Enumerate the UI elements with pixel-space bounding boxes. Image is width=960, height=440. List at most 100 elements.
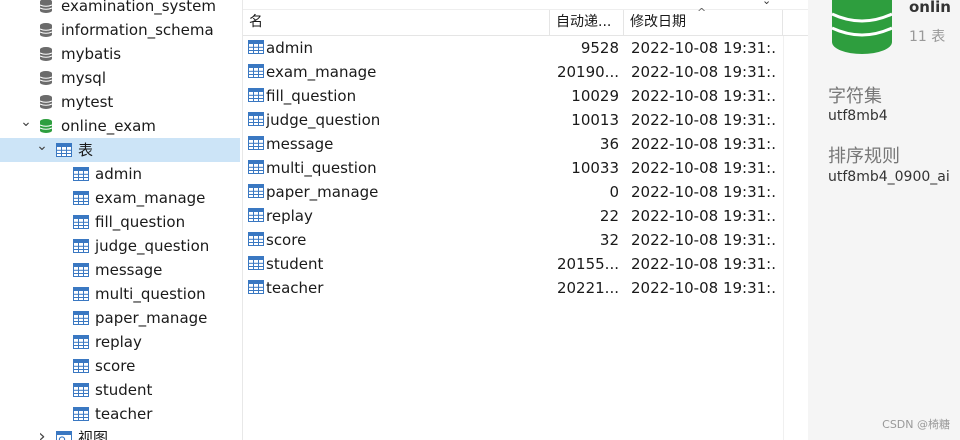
- charset-label: 字符集: [828, 86, 882, 107]
- tree-table-paper_manage[interactable]: paper_manage: [0, 306, 240, 330]
- tree-item-label: multi_question: [95, 285, 206, 303]
- collation-value: utf8mb4_0900_ai: [828, 169, 950, 185]
- tree-table-teacher[interactable]: teacher: [0, 402, 240, 426]
- table-icon: [73, 286, 89, 302]
- tree-item-label: 视图: [78, 429, 109, 440]
- tree-table-student[interactable]: student: [0, 378, 240, 402]
- tree-table-score[interactable]: score: [0, 354, 240, 378]
- tree-item-label: mybatis: [61, 45, 122, 63]
- tree-database-mysql[interactable]: mysql: [0, 66, 240, 90]
- cell-table-name: student: [266, 255, 324, 273]
- database-name-title: onlin: [909, 0, 951, 16]
- tree-item-label: mysql: [61, 69, 106, 87]
- table-row[interactable]: teacher 20221... 2022-10-08 19:31:...: [243, 276, 783, 300]
- sort-ascending-icon: ^: [697, 6, 707, 19]
- cell-auto-increment: 20221...: [556, 279, 619, 297]
- cell-modified-date: 2022-10-08 19:31:...: [631, 111, 777, 129]
- object-info-panel: onlin 11 表 字符集 utf8mb4 排序规则 utf8mb4_0900…: [808, 0, 960, 440]
- table-icon: [248, 159, 264, 175]
- chevron-down-icon[interactable]: ⌄: [34, 138, 50, 154]
- cell-table-name: exam_manage: [266, 63, 377, 81]
- navigator-tree: examination_system information_schemamyba…: [0, 0, 240, 440]
- cell-auto-increment: 32: [599, 231, 619, 249]
- cell-auto-increment: 20155...: [556, 255, 619, 273]
- tree-item-label: judge_question: [95, 237, 210, 255]
- cell-table-name: judge_question: [266, 111, 381, 129]
- database-icon: [38, 46, 54, 62]
- chevron-down-icon[interactable]: ⌄: [18, 114, 34, 130]
- column-header-auto-increment[interactable]: 自动递...: [550, 10, 624, 36]
- cell-table-name: replay: [266, 207, 313, 225]
- cell-modified-date: 2022-10-08 19:31:...: [631, 159, 777, 177]
- tree-database-examination_system[interactable]: examination_system: [0, 0, 240, 18]
- column-header-row: 名 自动递... 修改日期 ^: [243, 6, 809, 36]
- tree-database-mybatis[interactable]: mybatis: [0, 42, 240, 66]
- tree-table-multi_question[interactable]: multi_question: [0, 282, 240, 306]
- tree-item-label: 表: [78, 141, 94, 159]
- table-row[interactable]: score 32 2022-10-08 19:31:...: [243, 228, 783, 252]
- database-icon: [38, 118, 54, 134]
- tree-table-fill_question[interactable]: fill_question: [0, 210, 240, 234]
- chevron-down-icon[interactable]: ⌄: [762, 0, 771, 7]
- table-icon: [248, 39, 264, 55]
- table-icon: [73, 190, 89, 206]
- tree-item-label: mytest: [61, 93, 114, 111]
- tree-item-label: message: [95, 261, 163, 279]
- cell-auto-increment: 0: [609, 183, 619, 201]
- column-header-name[interactable]: 名: [243, 10, 550, 36]
- cell-table-name: message: [266, 135, 334, 153]
- table-icon: [56, 142, 72, 158]
- tree-item-label: examination_system: [61, 0, 216, 15]
- tree-tables-group[interactable]: ⌄ 表: [0, 138, 240, 162]
- tree-item-label: information_schema: [61, 21, 214, 39]
- cell-auto-increment: 22: [599, 207, 619, 225]
- tree-item-label: replay: [95, 333, 142, 351]
- table-icon: [73, 214, 89, 230]
- vertical-scrollbar[interactable]: [783, 36, 809, 440]
- tree-item-label: paper_manage: [95, 309, 208, 327]
- chevron-right-icon[interactable]: ›: [34, 426, 50, 440]
- table-icon: [248, 63, 264, 79]
- cell-modified-date: 2022-10-08 19:31:...: [631, 63, 777, 81]
- table-list-panel: ⌄ 名 自动递... 修改日期 ^ admin 9528 2022-10-08 19…: [242, 0, 809, 440]
- table-row[interactable]: multi_question 10033 2022-10-08 19:31:...: [243, 156, 783, 180]
- tree-table-admin[interactable]: admin: [0, 162, 240, 186]
- cell-table-name: admin: [266, 39, 313, 57]
- tree-item-label: online_exam: [61, 117, 156, 135]
- cell-auto-increment: 10029: [571, 87, 619, 105]
- tree-table-exam_manage[interactable]: exam_manage: [0, 186, 240, 210]
- database-icon: [38, 70, 54, 86]
- database-icon: [38, 94, 54, 110]
- table-icon: [73, 262, 89, 278]
- table-row[interactable]: judge_question 10013 2022-10-08 19:31:...: [243, 108, 783, 132]
- tree-database-information_schema[interactable]: information_schema: [0, 18, 240, 42]
- table-row[interactable]: student 20155... 2022-10-08 19:31:...: [243, 252, 783, 276]
- database-icon: [38, 22, 54, 38]
- table-icon: [248, 207, 264, 223]
- table-row[interactable]: replay 22 2022-10-08 19:31:...: [243, 204, 783, 228]
- table-icon: [248, 87, 264, 103]
- database-icon: [38, 0, 54, 14]
- table-icon: [248, 231, 264, 247]
- tree-views-group[interactable]: › 视图: [0, 426, 240, 440]
- tree-item-label: teacher: [95, 405, 153, 423]
- tree-database-online_exam[interactable]: ⌄ online_exam: [0, 114, 240, 138]
- table-row[interactable]: admin 9528 2022-10-08 19:31:...: [243, 36, 783, 60]
- table-count: 11 表: [909, 29, 946, 45]
- tree-item-label: fill_question: [95, 213, 186, 231]
- table-row[interactable]: paper_manage 0 2022-10-08 19:31:...: [243, 180, 783, 204]
- cell-modified-date: 2022-10-08 19:31:...: [631, 135, 777, 153]
- tree-database-mytest[interactable]: mytest: [0, 90, 240, 114]
- tree-table-replay[interactable]: replay: [0, 330, 240, 354]
- tree-item-label: admin: [95, 165, 142, 183]
- table-icon: [73, 406, 89, 422]
- tree-table-judge_question[interactable]: judge_question: [0, 234, 240, 258]
- watermark: CSDN @椅糖: [882, 418, 950, 431]
- cell-modified-date: 2022-10-08 19:31:...: [631, 255, 777, 273]
- table-row[interactable]: exam_manage 20190... 2022-10-08 19:31:...: [243, 60, 783, 84]
- tree-table-message[interactable]: message: [0, 258, 240, 282]
- table-row[interactable]: message 36 2022-10-08 19:31:...: [243, 132, 783, 156]
- table-icon: [73, 310, 89, 326]
- database-large-icon: [831, 0, 893, 54]
- table-row[interactable]: fill_question 10029 2022-10-08 19:31:...: [243, 84, 783, 108]
